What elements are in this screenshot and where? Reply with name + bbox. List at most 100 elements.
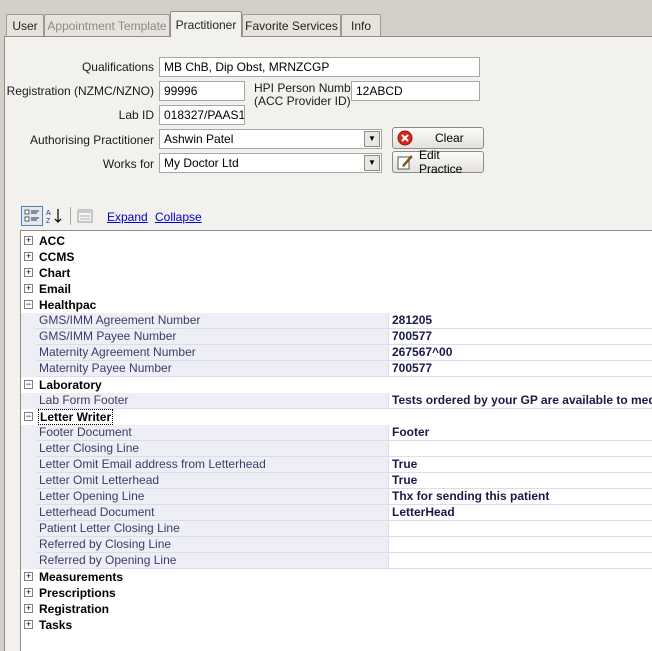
expand-icon[interactable]: + [24, 588, 33, 597]
category-registration[interactable]: + Registration [21, 601, 652, 617]
works-for-select[interactable]: My Doctor Ltd ▼ [159, 153, 382, 173]
tab-info[interactable]: Info [341, 14, 381, 36]
property-row[interactable]: GMS/IMM Agreement Number 281205 [21, 313, 652, 329]
property-name: Referred by Closing Line [36, 537, 388, 553]
collapse-icon[interactable]: − [24, 380, 33, 389]
category-label: Prescriptions [39, 586, 116, 600]
row-gutter [21, 345, 36, 361]
property-pages-icon [77, 209, 93, 223]
property-row[interactable]: Letter Omit Email address from Letterhea… [21, 457, 652, 473]
property-row[interactable]: Footer Document Footer [21, 425, 652, 441]
expand-icon[interactable]: + [24, 604, 33, 613]
tab-label: Practitioner [175, 17, 237, 32]
tab-user[interactable]: User [6, 14, 44, 36]
property-value[interactable]: True [388, 457, 652, 473]
collapse-link[interactable]: Collapse [155, 210, 202, 224]
category-label: Registration [39, 602, 110, 616]
authorising-practitioner-select[interactable]: Ashwin Patel ▼ [159, 129, 382, 149]
property-value[interactable]: True [388, 473, 652, 489]
tab-practitioner[interactable]: Practitioner [170, 11, 242, 37]
chevron-down-icon[interactable]: ▼ [364, 155, 380, 171]
category-acc[interactable]: + ACC [21, 233, 652, 249]
property-name: Maternity Payee Number [36, 361, 388, 377]
property-row[interactable]: Letter Omit Letterhead True [21, 473, 652, 489]
collapse-icon[interactable]: − [24, 412, 33, 421]
property-value[interactable]: 700577 [388, 361, 652, 377]
property-value[interactable]: Tests ordered by your GP are available t… [388, 393, 652, 409]
category-measurements[interactable]: + Measurements [21, 569, 652, 585]
expand-icon[interactable]: + [24, 620, 33, 629]
property-row[interactable]: Lab Form Footer Tests ordered by your GP … [21, 393, 652, 409]
row-gutter [21, 473, 36, 489]
authorising-practitioner-label: Authorising Practitioner [29, 133, 154, 147]
category-email[interactable]: + Email [21, 281, 652, 297]
toolbar-separator [70, 207, 71, 225]
property-row[interactable]: Letter Closing Line [21, 441, 652, 457]
tab-label: Info [350, 18, 371, 33]
category-label: CCMS [39, 250, 75, 264]
property-name: Lab Form Footer [36, 393, 388, 409]
property-row[interactable]: Referred by Opening Line [21, 553, 652, 569]
categorized-view-button[interactable] [21, 206, 43, 226]
expand-icon[interactable]: + [24, 268, 33, 277]
category-prescriptions[interactable]: + Prescriptions [21, 585, 652, 601]
property-value[interactable]: 267567^00 [388, 345, 652, 361]
property-value[interactable]: LetterHead [388, 505, 652, 521]
tab-label: User [12, 18, 38, 33]
expand-icon[interactable]: + [24, 252, 33, 261]
property-value[interactable]: 281205 [388, 313, 652, 329]
expand-icon[interactable]: + [24, 236, 33, 245]
property-name: Letter Opening Line [36, 489, 388, 505]
category-ccms[interactable]: + CCMS [21, 249, 652, 265]
property-value[interactable] [388, 553, 652, 569]
svg-text:A: A [46, 210, 51, 217]
property-value[interactable] [388, 537, 652, 553]
expand-link[interactable]: Expand [107, 210, 148, 224]
category-label: Letter Writer [37, 409, 114, 425]
property-row[interactable]: Letter Opening Line Thx for sending this … [21, 489, 652, 505]
categorized-icon [24, 209, 39, 222]
category-chart[interactable]: + Chart [21, 265, 652, 281]
category-tasks[interactable]: + Tasks [21, 617, 652, 633]
expand-icon[interactable]: + [24, 572, 33, 581]
tab-label: Appointment Template [47, 18, 167, 33]
labid-field[interactable]: 018327/PAAS1 [159, 105, 245, 125]
row-gutter [21, 457, 36, 473]
category-letter-writer[interactable]: − Letter Writer [21, 409, 652, 425]
qualifications-label: Qualifications [81, 60, 154, 74]
edit-practice-button-label: Edit Practice [419, 148, 463, 176]
registration-label: Registration (NZMC/NZNO) [6, 84, 154, 98]
property-name: Letter Omit Letterhead [36, 473, 388, 489]
property-row[interactable]: Referred by Closing Line [21, 537, 652, 553]
property-row[interactable]: GMS/IMM Payee Number 700577 [21, 329, 652, 345]
category-healthpac[interactable]: − Healthpac [21, 297, 652, 313]
property-row[interactable]: Maternity Payee Number 700577 [21, 361, 652, 377]
collapse-icon[interactable]: − [24, 300, 33, 309]
alphabetical-sort-button[interactable]: AZ [44, 206, 66, 226]
property-value[interactable]: Footer [388, 425, 652, 441]
property-row[interactable]: Maternity Agreement Number 267567^00 [21, 345, 652, 361]
edit-practice-button[interactable]: Edit Practice [392, 148, 484, 176]
property-name: Letter Omit Email address from Letterhea… [36, 457, 388, 473]
property-name: GMS/IMM Payee Number [36, 329, 388, 345]
property-value[interactable] [388, 441, 652, 457]
hpi-field[interactable]: 12ABCD [351, 81, 480, 101]
clear-button[interactable]: Clear [392, 127, 484, 149]
chevron-down-icon[interactable]: ▼ [364, 131, 380, 147]
registration-field[interactable]: 99996 [159, 81, 245, 101]
property-value[interactable]: Thx for sending this patient [388, 489, 652, 505]
property-value[interactable] [388, 521, 652, 537]
tab-appointment-template[interactable]: Appointment Template [44, 14, 170, 36]
property-row[interactable]: Letterhead Document LetterHead [21, 505, 652, 521]
property-name: GMS/IMM Agreement Number [36, 313, 388, 329]
tab-favorite-services[interactable]: Favorite Services [242, 14, 341, 36]
property-pages-button[interactable] [74, 206, 96, 226]
property-row[interactable]: Patient Letter Closing Line [21, 521, 652, 537]
category-laboratory[interactable]: − Laboratory [21, 377, 652, 393]
category-label: ACC [39, 234, 65, 248]
expand-icon[interactable]: + [24, 284, 33, 293]
clear-button-label: Clear [435, 131, 464, 145]
qualifications-field[interactable]: MB ChB, Dip Obst, MRNZCGP [159, 57, 480, 77]
property-value[interactable]: 700577 [388, 329, 652, 345]
category-label: Tasks [39, 618, 73, 632]
